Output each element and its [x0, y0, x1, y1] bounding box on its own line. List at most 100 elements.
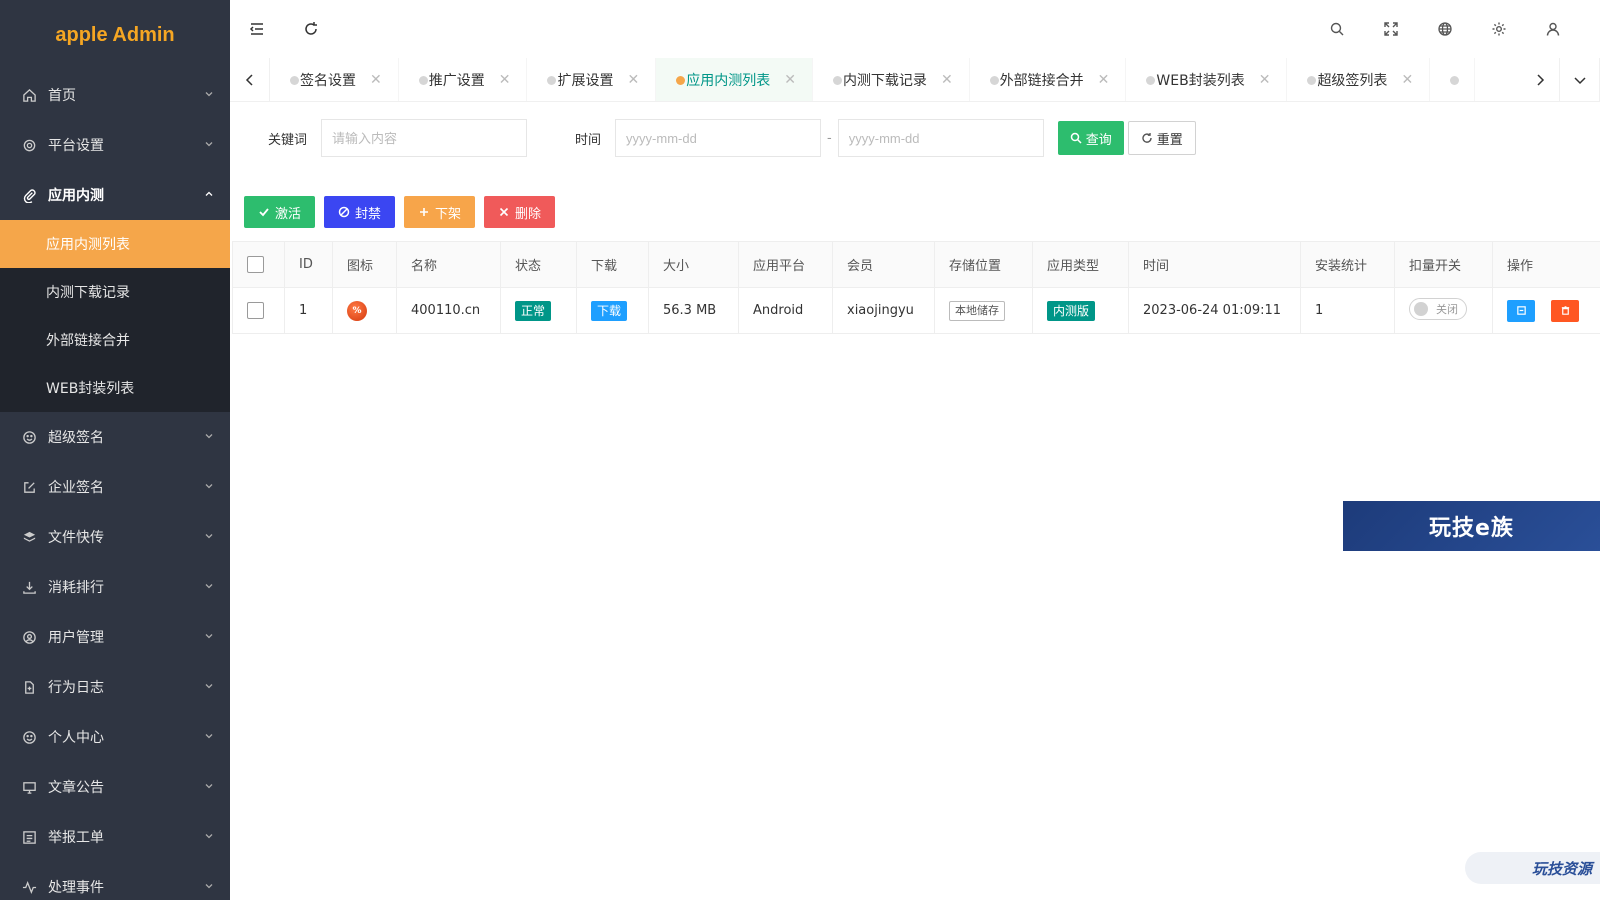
user-button[interactable] — [1526, 0, 1580, 58]
column-header[interactable]: 应用类型 — [1032, 241, 1129, 288]
close-icon[interactable]: ✕ — [1259, 72, 1271, 88]
download-link[interactable]: 下载 — [591, 300, 628, 321]
tab-sign-settings[interactable]: 签名设置 ✕ — [270, 58, 399, 101]
user-circle-icon — [20, 628, 38, 646]
tab-label: 推广设置 — [428, 73, 485, 89]
column-header[interactable]: 安装统计 — [1300, 241, 1395, 288]
tab-partial[interactable] — [1430, 58, 1476, 101]
tab-bar: 签名设置 ✕ 推广设置 ✕ 扩展设置 ✕ 应用内测列表 ✕ 内测下载记录 ✕ 外部链接合并… — [230, 58, 1600, 102]
sidebar-item-external-link-merge[interactable]: 外部链接合并 — [0, 316, 230, 364]
close-icon[interactable]: ✕ — [499, 72, 511, 88]
select-all-checkbox[interactable] — [247, 256, 264, 273]
chevron-down-icon — [204, 881, 216, 893]
edit-button[interactable] — [1507, 299, 1535, 322]
reset-button[interactable]: 重置 — [1127, 121, 1196, 155]
close-icon[interactable]: ✕ — [1098, 72, 1110, 88]
sidebar-item-behavior-log[interactable]: 行为日志 — [0, 662, 230, 712]
column-header[interactable]: 存储位置 — [934, 241, 1033, 288]
tab-menu-button[interactable] — [1560, 58, 1600, 101]
type-cell: 内测版 — [1032, 287, 1129, 334]
tab-promotion-settings[interactable]: 推广设置 ✕ — [399, 58, 528, 101]
sidebar-item-beta-download-records[interactable]: 内测下载记录 — [0, 268, 230, 316]
close-icon[interactable]: ✕ — [627, 72, 639, 88]
activate-button[interactable]: 激活 — [244, 196, 316, 228]
sidebar-item-label: 行为日志 — [48, 680, 104, 696]
query-button[interactable]: 查询 — [1057, 121, 1124, 155]
edit-icon — [1516, 306, 1526, 315]
close-icon[interactable]: ✕ — [941, 72, 953, 88]
sidebar-item-report-ticket[interactable]: 举报工单 — [0, 812, 230, 862]
offline-button[interactable]: 下架 — [404, 196, 476, 228]
delete-button[interactable]: 删除 — [484, 196, 556, 228]
sidebar-item-handle-events[interactable]: 处理事件 — [0, 862, 230, 900]
file-icon — [20, 678, 38, 696]
tab-scroll-left-button[interactable] — [230, 58, 270, 101]
app-logo[interactable]: apple Admin — [0, 0, 230, 70]
refresh-button[interactable] — [284, 0, 338, 58]
column-header[interactable]: 名称 — [396, 241, 501, 288]
sidebar-item-personal-center[interactable]: 个人中心 — [0, 712, 230, 762]
column-header[interactable]: 操作 — [1492, 241, 1600, 288]
sidebar-item-home[interactable]: 首页 — [0, 70, 230, 120]
download-icon — [20, 578, 38, 596]
column-header[interactable]: 大小 — [648, 241, 739, 288]
menu-fold-icon — [249, 23, 263, 35]
sidebar-item-file-transfer[interactable]: 文件快传 — [0, 512, 230, 562]
deduct-toggle[interactable]: 关闭 — [1409, 297, 1467, 320]
column-header[interactable]: 图标 — [332, 241, 397, 288]
tab-label: 外部链接合并 — [999, 73, 1084, 89]
column-header[interactable]: 会员 — [832, 241, 935, 288]
delete-label: 删除 — [515, 206, 542, 222]
sidebar-item-enterprise-sign[interactable]: 企业签名 — [0, 462, 230, 512]
column-header[interactable]: 时间 — [1128, 241, 1301, 288]
table-row[interactable]: 1 % 400110.cn 正常 下载 56.3 MB Android xiao… — [232, 287, 1600, 334]
start-date-input[interactable] — [615, 119, 822, 157]
refresh-icon — [1142, 133, 1152, 143]
member-cell: xiaojingyu — [832, 287, 935, 334]
sidebar-item-platform-settings[interactable]: 平台设置 — [0, 120, 230, 170]
tab-app-beta-list[interactable]: 应用内测列表 ✕ — [656, 58, 813, 101]
sidebar-item-app-beta-list[interactable]: 应用内测列表 — [0, 220, 230, 268]
close-icon[interactable]: ✕ — [784, 72, 796, 88]
watermark-banner: 玩技e族 — [1343, 501, 1600, 551]
row-checkbox[interactable] — [247, 302, 264, 319]
fullscreen-button[interactable] — [1364, 0, 1418, 58]
tab-extension-settings[interactable]: 扩展设置 ✕ — [527, 58, 657, 101]
sidebar-item-label: 文章公告 — [48, 780, 104, 796]
column-header[interactable]: ID — [284, 241, 333, 288]
tab-beta-download-records[interactable]: 内测下载记录 ✕ — [813, 58, 970, 101]
collapse-sidebar-button[interactable] — [230, 0, 284, 58]
app-icon: % — [347, 300, 367, 321]
tab-external-link-merge[interactable]: 外部链接合并 ✕ — [970, 58, 1127, 101]
sidebar-item-web-package-list[interactable]: WEB封装列表 — [0, 364, 230, 412]
row-select-cell — [232, 287, 285, 334]
column-header[interactable]: 扣量开关 — [1394, 241, 1493, 288]
tab-dot — [1307, 75, 1317, 85]
sidebar-item-app-beta[interactable]: 应用内测 — [0, 170, 230, 220]
tab-super-sign-list[interactable]: 超级签列表 ✕ — [1287, 58, 1431, 101]
plus-icon — [420, 208, 429, 216]
sidebar-item-label: 首页 — [48, 88, 76, 104]
activate-label: 激活 — [275, 206, 302, 222]
settings-button[interactable] — [1472, 0, 1526, 58]
sidebar-item-user-management[interactable]: 用户管理 — [0, 612, 230, 662]
search-button[interactable] — [1310, 0, 1364, 58]
tab-scroll-right-button[interactable] — [1520, 58, 1560, 101]
search-form: 关键词 时间 - 查询 重置 — [230, 118, 1196, 158]
sidebar-item-super-sign[interactable]: 超级签名 — [0, 412, 230, 462]
column-header[interactable]: 应用平台 — [738, 241, 833, 288]
sidebar: apple Admin 首页 平台设置 应用内测 应用内测列表 内测下载记录 外… — [0, 0, 230, 900]
close-icon[interactable]: ✕ — [370, 72, 382, 88]
close-icon[interactable]: ✕ — [1401, 72, 1413, 88]
ban-button[interactable]: 封禁 — [324, 196, 396, 228]
sidebar-item-article-notice[interactable]: 文章公告 — [0, 762, 230, 812]
tab-web-package-list[interactable]: WEB封装列表 ✕ — [1126, 58, 1288, 101]
language-button[interactable] — [1418, 0, 1472, 58]
column-header[interactable]: 状态 — [500, 241, 577, 288]
sidebar-item-consumption-ranking[interactable]: 消耗排行 — [0, 562, 230, 612]
end-date-input[interactable] — [837, 119, 1044, 157]
delete-row-button[interactable] — [1551, 299, 1580, 322]
tab-dot — [290, 75, 299, 85]
keyword-input[interactable] — [321, 119, 528, 157]
column-header[interactable]: 下载 — [576, 241, 649, 288]
